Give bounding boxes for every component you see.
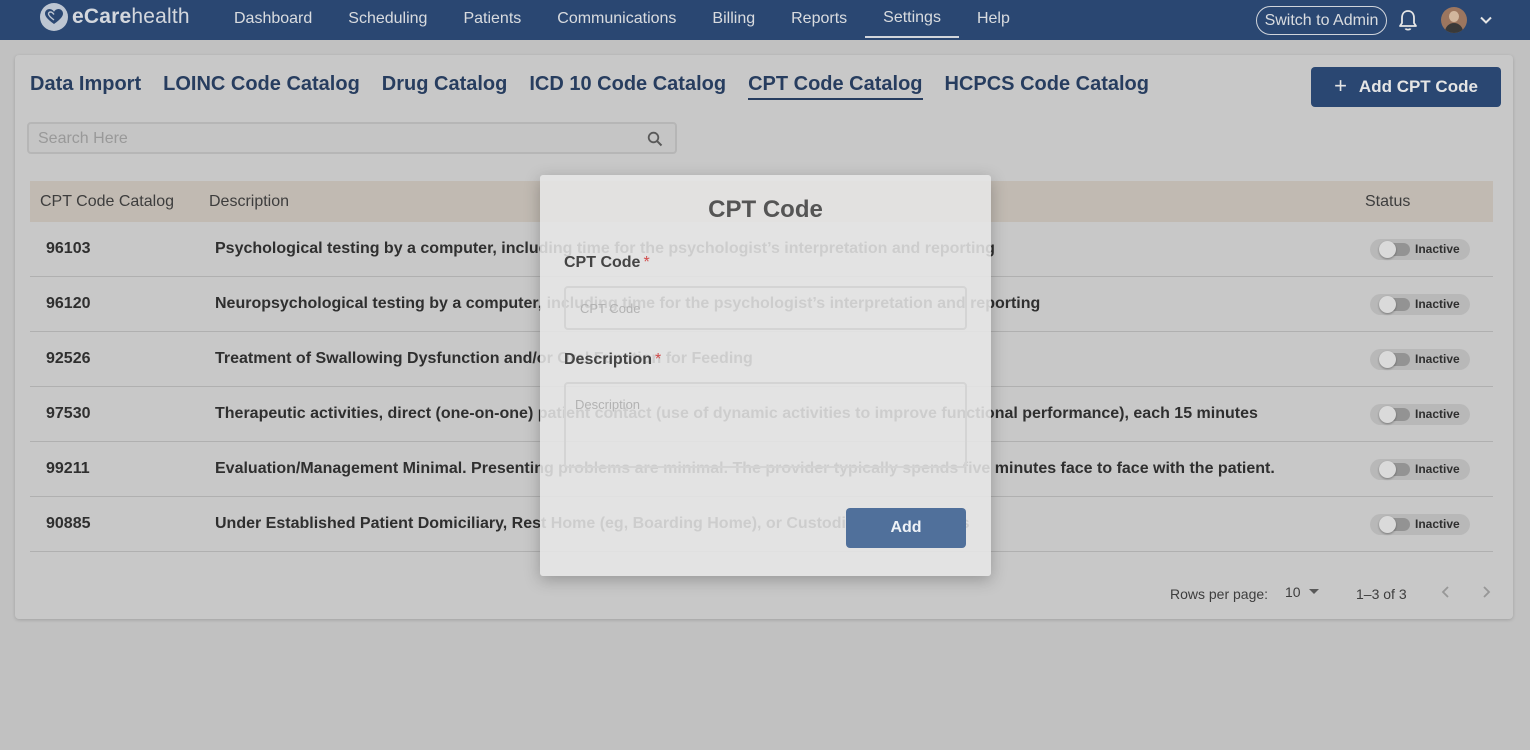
cpt-code-dialog: CPT Code CPT Code* Description* Add [540,175,991,576]
description-label: Description * [564,351,662,368]
add-button[interactable]: Add [846,508,966,548]
cpt-code-label: CPT Code * [564,254,650,271]
dialog-title: CPT Code [708,196,823,223]
required-mark: * [655,351,662,368]
description-input[interactable] [564,382,967,468]
cpt-code-input[interactable] [564,286,967,330]
required-mark: * [643,254,650,271]
